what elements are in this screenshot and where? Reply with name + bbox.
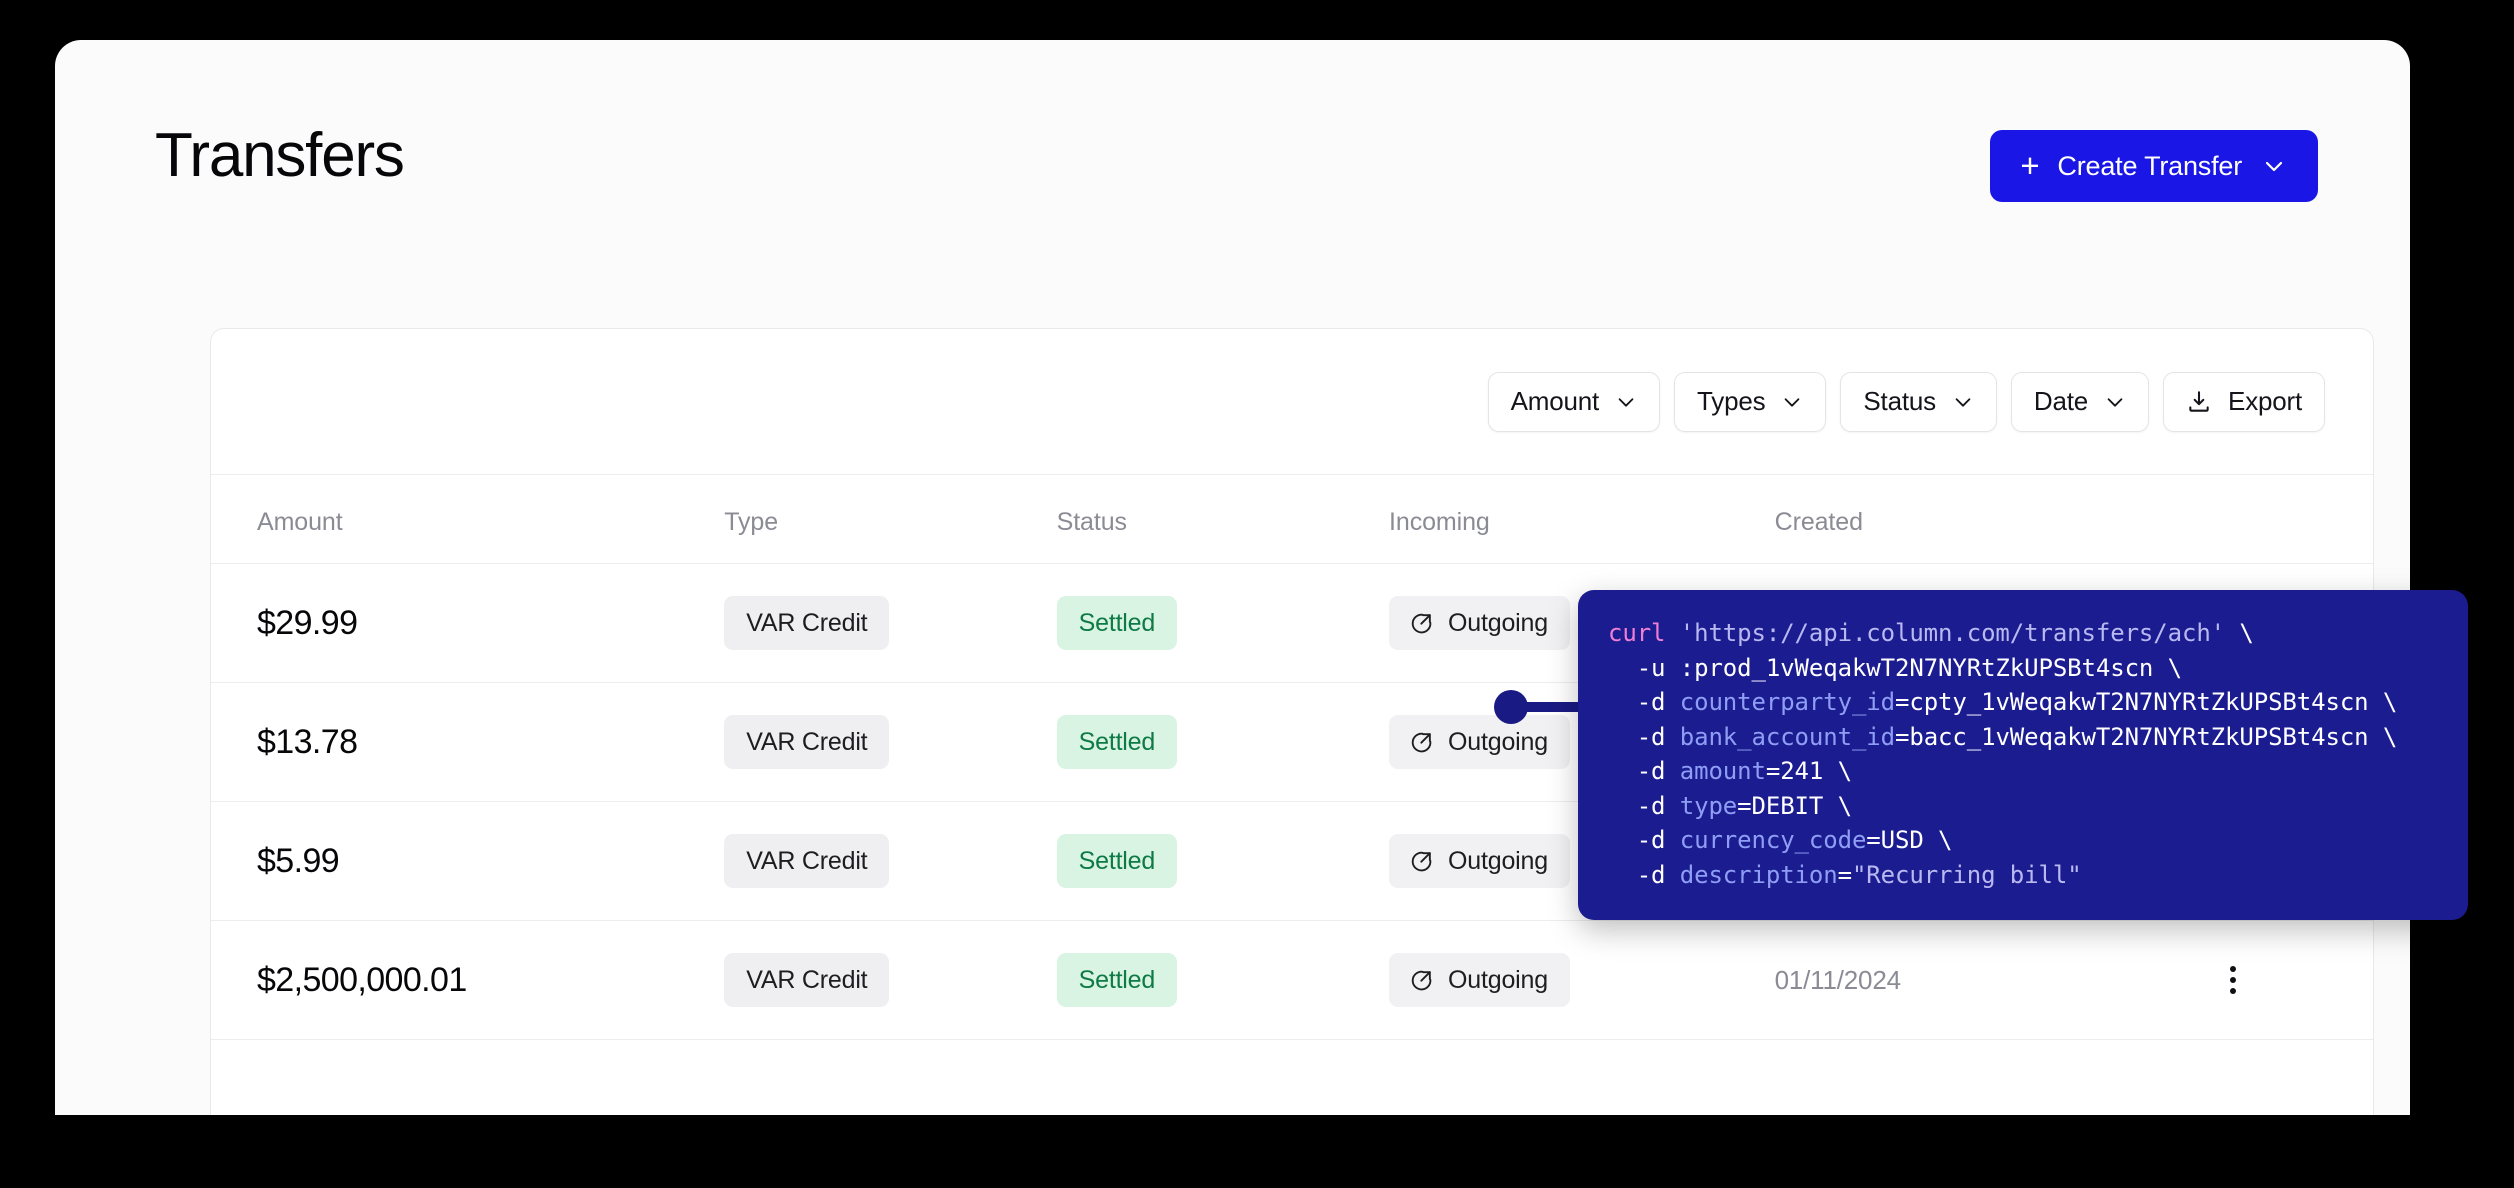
column-header-incoming[interactable]: Incoming — [1389, 475, 1775, 564]
cell-status-badge: Settled — [1057, 596, 1177, 650]
filter-status-button[interactable]: Status — [1840, 372, 1997, 432]
column-header-amount[interactable]: Amount — [211, 475, 724, 564]
filter-status-label: Status — [1863, 386, 1936, 417]
cell-direction-label: Outgoing — [1448, 966, 1548, 995]
popover-anchor-dot — [1494, 690, 1528, 724]
plus-icon: + — [2020, 149, 2039, 182]
filter-date-button[interactable]: Date — [2011, 372, 2149, 432]
cell-amount: $29.99 — [257, 604, 357, 642]
table-row[interactable] — [211, 1040, 2373, 1116]
kebab-menu-icon[interactable] — [2213, 957, 2253, 1003]
filter-date-label: Date — [2034, 386, 2088, 417]
column-header-actions — [2213, 475, 2373, 564]
chevron-down-icon — [1781, 391, 1803, 413]
app-panel: Transfers + Create Transfer Amount — [55, 40, 2410, 1115]
chevron-down-icon — [2104, 391, 2126, 413]
column-header-status[interactable]: Status — [1057, 475, 1389, 564]
external-arrow-icon — [1409, 730, 1434, 755]
column-header-created[interactable]: Created — [1775, 475, 2214, 564]
create-transfer-button[interactable]: + Create Transfer — [1990, 130, 2318, 202]
external-arrow-icon — [1409, 968, 1434, 993]
export-label: Export — [2228, 386, 2302, 417]
cell-amount: $2,500,000.01 — [257, 961, 467, 999]
filter-amount-button[interactable]: Amount — [1488, 372, 1660, 432]
code-snippet-popover: curl 'https://api.column.com/transfers/a… — [1578, 590, 2468, 920]
chevron-down-icon — [1615, 391, 1637, 413]
cell-type-badge: VAR Credit — [724, 715, 889, 769]
page-header: Transfers + Create Transfer — [55, 40, 2410, 270]
table-toolbar: Amount Types Status — [211, 329, 2373, 474]
column-header-type[interactable]: Type — [724, 475, 1056, 564]
cell-direction-badge: Outgoing — [1389, 834, 1570, 888]
download-icon — [2186, 389, 2212, 415]
chevron-down-icon — [2262, 154, 2286, 178]
page-title: Transfers — [155, 125, 404, 187]
cell-direction-label: Outgoing — [1448, 728, 1548, 757]
screenshot-stage: Transfers + Create Transfer Amount — [0, 0, 2514, 1188]
cell-direction-badge: Outgoing — [1389, 715, 1570, 769]
external-arrow-icon — [1409, 611, 1434, 636]
cell-direction-label: Outgoing — [1448, 609, 1548, 638]
chevron-down-icon — [1952, 391, 1974, 413]
cell-amount: $13.78 — [257, 723, 357, 761]
cell-direction-label: Outgoing — [1448, 847, 1548, 876]
create-transfer-label: Create Transfer — [2057, 151, 2242, 182]
table-head: Amount Type Status Incoming Created — [211, 475, 2373, 564]
cell-direction-badge: Outgoing — [1389, 953, 1570, 1007]
table-header-row: Amount Type Status Incoming Created — [211, 475, 2373, 564]
code-snippet: curl 'https://api.column.com/transfers/a… — [1578, 616, 2468, 892]
cell-created: 01/11/2024 — [1775, 965, 1901, 995]
export-button[interactable]: Export — [2163, 372, 2325, 432]
cell-status-badge: Settled — [1057, 834, 1177, 888]
cell-type-badge: VAR Credit — [724, 834, 889, 888]
cell-status-badge: Settled — [1057, 953, 1177, 1007]
external-arrow-icon — [1409, 849, 1434, 874]
cell-type-badge: VAR Credit — [724, 596, 889, 650]
cell-status-badge: Settled — [1057, 715, 1177, 769]
filter-types-label: Types — [1697, 386, 1765, 417]
cell-direction-badge: Outgoing — [1389, 596, 1570, 650]
cell-type-badge: VAR Credit — [724, 953, 889, 1007]
table-row[interactable]: $2,500,000.01 VAR Credit Settled — [211, 921, 2373, 1040]
filter-types-button[interactable]: Types — [1674, 372, 1826, 432]
filter-amount-label: Amount — [1511, 386, 1599, 417]
cell-amount: $5.99 — [257, 842, 339, 880]
